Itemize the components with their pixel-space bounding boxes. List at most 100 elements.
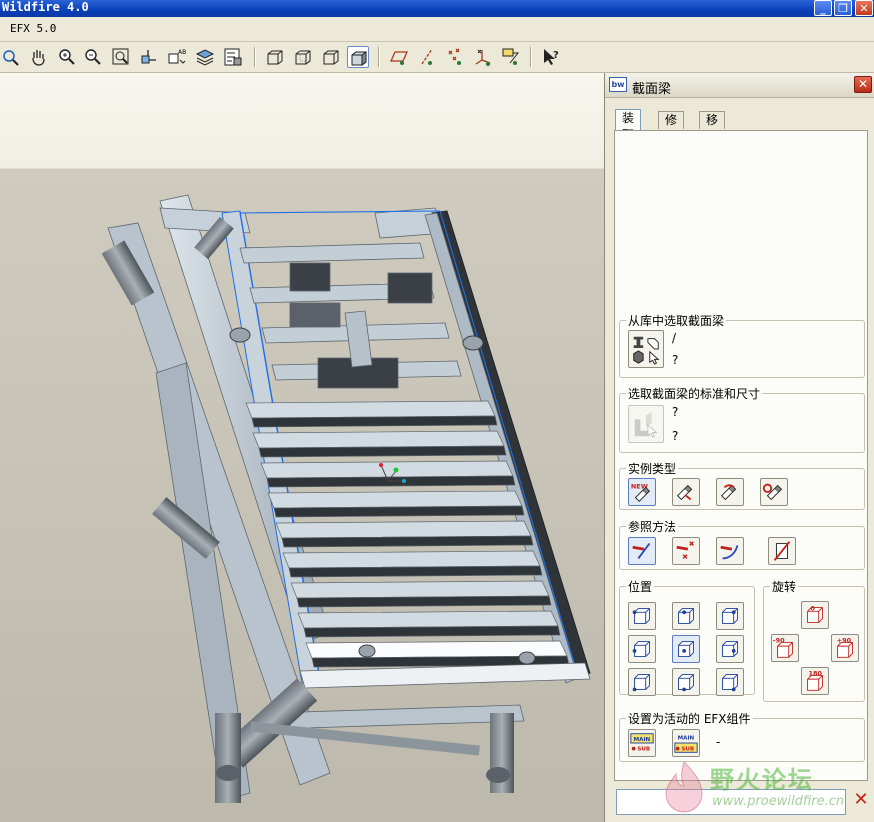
new-instance-icon: NEW: [631, 482, 651, 502]
reference-none-button[interactable]: [768, 537, 796, 565]
position-center-icon: [678, 641, 694, 657]
reference-edge-icon: [720, 545, 739, 560]
position-top-right-button[interactable]: [716, 602, 744, 630]
reference-edge-button[interactable]: [716, 537, 744, 565]
rotate-180-label: 180: [809, 669, 823, 677]
beam-library-icon: [633, 336, 660, 365]
set-main-button[interactable]: MAIN SUB: [628, 729, 656, 757]
svg-text:AB: AB: [178, 49, 186, 56]
window-title: Wildfire 4.0: [2, 0, 89, 14]
beam-standard-icon: [634, 411, 658, 438]
reference-curve-icon: [632, 543, 651, 559]
coord-sys-icon[interactable]: [472, 46, 494, 68]
menu-efx[interactable]: EFX 5.0: [10, 22, 56, 35]
group-rotation-label: 旋转: [772, 580, 797, 594]
graphics-viewport[interactable]: [0, 73, 604, 822]
rotate-plus90-icon: +90: [837, 636, 853, 658]
svg-text:SUB: SUB: [637, 746, 650, 752]
position-bottom-right-icon: [722, 674, 738, 692]
wireframe-icon[interactable]: [264, 46, 286, 68]
svg-text:0: 0: [810, 604, 815, 612]
toolbar: AB ?: [0, 42, 874, 73]
select-standard-button[interactable]: [628, 405, 664, 443]
datum-points-icon[interactable]: [444, 46, 466, 68]
saved-views-icon[interactable]: AB: [166, 46, 188, 68]
menu-bar: EFX 5.0: [0, 17, 874, 42]
maximize-icon[interactable]: ❐: [834, 0, 852, 16]
fit-icon[interactable]: [110, 46, 132, 68]
repaint-icon[interactable]: [0, 46, 22, 68]
size-text: ?: [672, 429, 679, 443]
group-library-label: 从库中选取截面梁: [628, 314, 725, 328]
tab-move[interactable]: 移动: [699, 111, 726, 144]
group-instance-label: 实例类型: [628, 462, 677, 476]
group-position-label: 位置: [628, 580, 653, 594]
panel-title-bar: bw 截面梁 ✕: [605, 73, 874, 98]
instance-replace-button[interactable]: [760, 478, 788, 506]
tab-modify[interactable]: 修改: [658, 111, 685, 144]
instance-copy-button[interactable]: [672, 478, 700, 506]
rotate-180-button[interactable]: 180: [801, 667, 829, 695]
zoom-in-icon[interactable]: [56, 46, 78, 68]
layers-icon[interactable]: [194, 46, 216, 68]
main-sub-icon: MAIN SUB: [630, 733, 654, 752]
beam-panel: bw 截面梁 ✕ 装配 修改 移动 从库中选取截面梁 / ? 选取截面梁的标准和…: [604, 73, 874, 822]
datum-axes-icon[interactable]: [416, 46, 438, 68]
tab-assemble[interactable]: 装配: [615, 109, 642, 142]
rotate-plus90-label: +90: [837, 636, 852, 644]
rotate-plus90-button[interactable]: +90: [831, 634, 859, 662]
panel-title: 截面梁: [632, 82, 672, 97]
position-bottom-center-icon: [678, 674, 694, 692]
svg-text:?: ?: [553, 50, 559, 61]
select-beam-library-button[interactable]: [628, 330, 664, 368]
svg-text:SUB: SUB: [681, 746, 694, 752]
reference-points-icon: [676, 541, 694, 559]
rotate-180-icon: 180: [807, 669, 823, 691]
standard-text: ?: [672, 405, 679, 419]
position-center-button[interactable]: [672, 635, 700, 663]
rotate-minus90-button[interactable]: -90: [771, 634, 799, 662]
position-bottom-left-icon: [632, 674, 650, 692]
position-middle-left-button[interactable]: [628, 635, 656, 663]
pan-icon[interactable]: [28, 46, 50, 68]
tab-page-assemble: 从库中选取截面梁 / ? 选取截面梁的标准和尺寸 ? ? 实例类型 NEW 参照…: [614, 130, 868, 781]
reference-curve-button[interactable]: [628, 537, 656, 565]
position-top-center-button[interactable]: [672, 602, 700, 630]
position-top-right-icon: [722, 608, 738, 624]
position-bottom-left-button[interactable]: [628, 668, 656, 696]
reference-none-icon: [773, 541, 791, 561]
position-bottom-right-button[interactable]: [716, 668, 744, 696]
instance-new-button[interactable]: NEW: [628, 478, 656, 506]
position-middle-right-button[interactable]: [716, 635, 744, 663]
position-top-left-button[interactable]: [628, 602, 656, 630]
close-icon[interactable]: ✕: [855, 0, 873, 16]
rotate-0-button[interactable]: 0: [801, 601, 829, 629]
rotate-minus90-icon: -90: [773, 636, 793, 658]
instance-repeat-button[interactable]: [716, 478, 744, 506]
position-bottom-center-button[interactable]: [672, 668, 700, 696]
model-tree-icon[interactable]: [222, 46, 244, 68]
zoom-out-icon[interactable]: [82, 46, 104, 68]
panel-close-icon[interactable]: ✕: [854, 76, 872, 93]
sub-main-icon: MAIN SUB: [674, 735, 698, 753]
bw-logo: bw: [609, 77, 627, 92]
copy-instance-icon: [676, 484, 693, 501]
frame-3d-model[interactable]: [0, 73, 604, 822]
hidden-line-icon[interactable]: [292, 46, 314, 68]
annotations-icon[interactable]: [500, 46, 522, 68]
group-reference-label: 参照方法: [628, 520, 677, 534]
set-sub-button[interactable]: MAIN SUB: [672, 729, 700, 757]
shaded-icon[interactable]: [347, 46, 369, 68]
no-hidden-icon[interactable]: [320, 46, 342, 68]
active-component-text: -: [716, 735, 721, 749]
minimize-icon[interactable]: _: [814, 0, 832, 16]
position-middle-right-icon: [722, 641, 738, 657]
reference-points-button[interactable]: [672, 537, 700, 565]
position-middle-left-icon: [632, 641, 650, 657]
flame-logo-icon: [665, 761, 703, 813]
context-help-icon[interactable]: ?: [540, 46, 562, 68]
orient-icon[interactable]: [138, 46, 160, 68]
datum-planes-icon[interactable]: [388, 46, 410, 68]
position-top-center-icon: [678, 608, 694, 624]
window-title-bar: Wildfire 4.0 _ ❐ ✕: [0, 0, 874, 17]
